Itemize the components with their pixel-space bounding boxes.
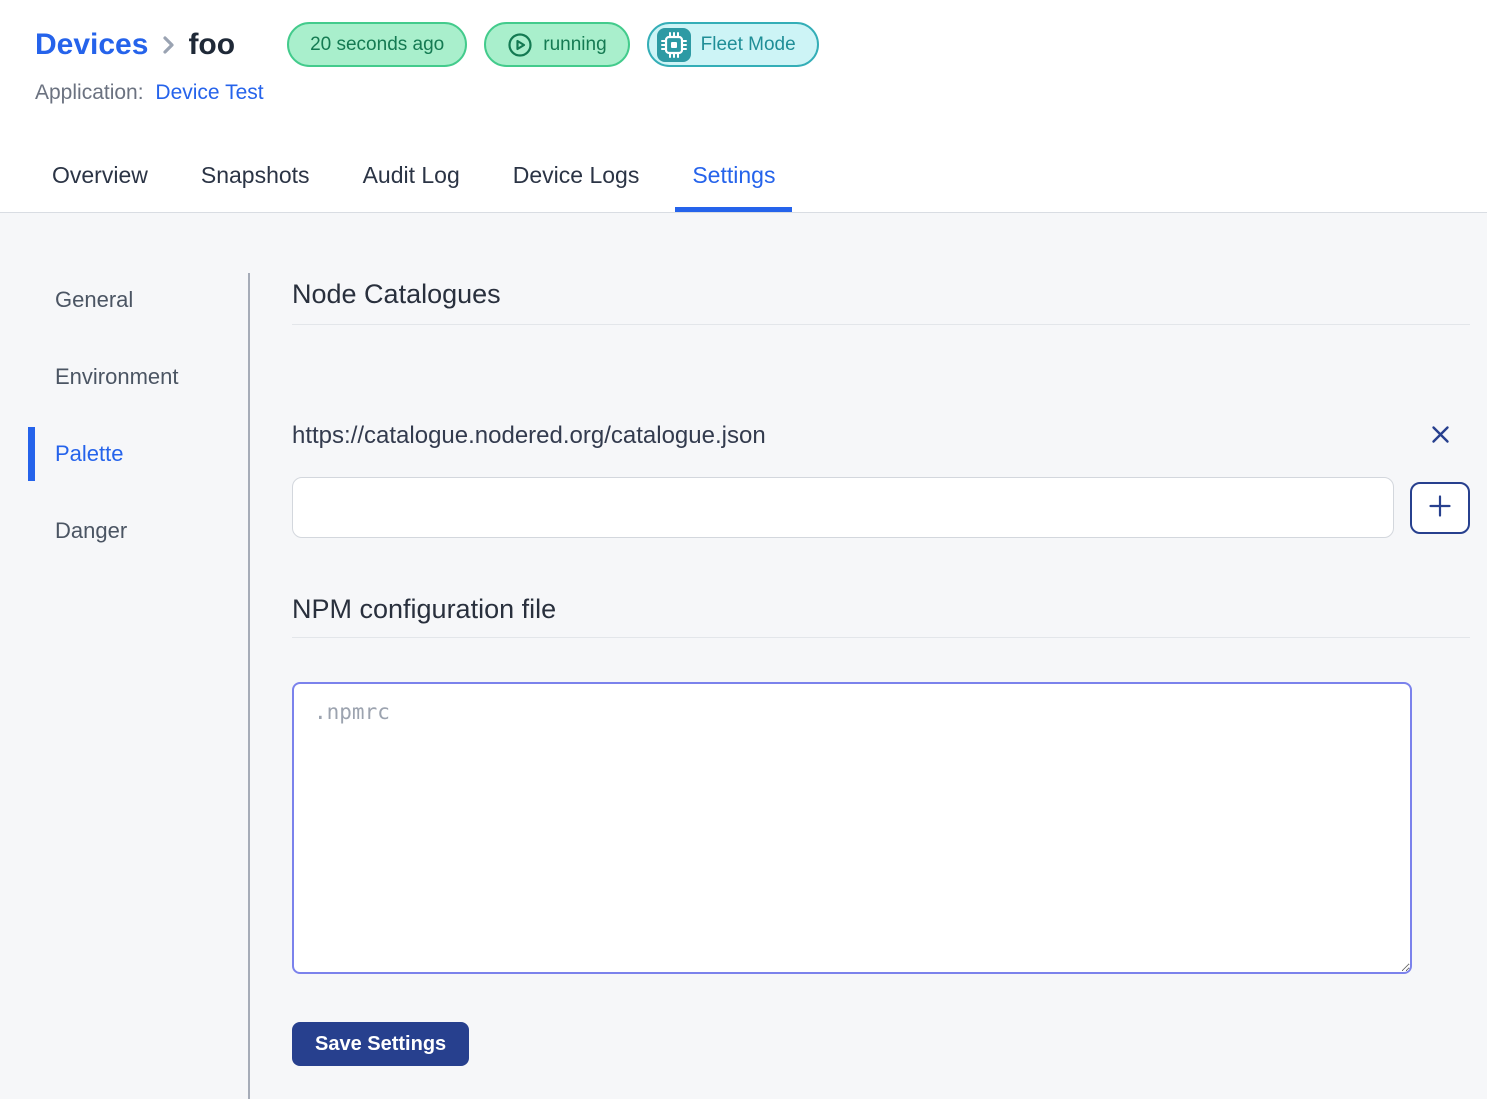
chip-icon [657, 28, 691, 62]
device-badges: 20 seconds ago running [287, 22, 819, 67]
new-catalogue-input[interactable] [292, 477, 1394, 538]
page-header: Devices foo 20 seconds ago running [0, 0, 1487, 213]
sidebar-item-general[interactable]: General [28, 273, 248, 327]
npm-config-title: NPM configuration file [292, 593, 1470, 638]
tab-settings[interactable]: Settings [675, 147, 792, 212]
fleet-mode-badge: Fleet Mode [647, 22, 819, 67]
tab-audit-log[interactable]: Audit Log [346, 147, 477, 212]
breadcrumb-current-device: foo [188, 22, 235, 67]
tab-overview[interactable]: Overview [35, 147, 165, 212]
last-seen-badge: 20 seconds ago [287, 22, 467, 67]
tab-device-logs[interactable]: Device Logs [496, 147, 657, 212]
sidebar-item-environment[interactable]: Environment [28, 350, 248, 404]
breadcrumb: Devices foo [35, 22, 235, 67]
application-line: Application: Device Test [0, 79, 1487, 107]
breadcrumb-devices-link[interactable]: Devices [35, 22, 148, 67]
last-seen-badge-label: 20 seconds ago [310, 34, 444, 56]
fleet-mode-badge-label: Fleet Mode [701, 34, 796, 56]
application-link[interactable]: Device Test [155, 81, 263, 104]
application-label: Application: [35, 81, 144, 104]
status-badge: running [484, 22, 629, 67]
status-badge-label: running [543, 34, 606, 56]
settings-sidebar: General Environment Palette Danger [0, 273, 250, 1099]
play-circle-icon [507, 32, 533, 58]
chevron-right-icon [157, 30, 179, 60]
add-catalogue-button[interactable] [1410, 482, 1470, 534]
node-catalogues-title: Node Catalogues [292, 278, 1470, 325]
tab-bar: Overview Snapshots Audit Log Device Logs… [0, 147, 1487, 212]
remove-catalogue-button[interactable] [1410, 422, 1470, 450]
palette-settings-panel: Node Catalogues https://catalogue.nodere… [250, 273, 1487, 1099]
catalogue-url: https://catalogue.nodered.org/catalogue.… [292, 421, 1394, 451]
add-catalogue-row [292, 477, 1470, 538]
sidebar-item-palette[interactable]: Palette [28, 427, 248, 481]
settings-content: General Environment Palette Danger Node … [0, 213, 1487, 1099]
plus-icon [1427, 493, 1453, 522]
tab-snapshots[interactable]: Snapshots [184, 147, 327, 212]
save-settings-button[interactable]: Save Settings [292, 1022, 469, 1066]
npm-config-textarea[interactable] [292, 682, 1412, 974]
catalogue-entry-row: https://catalogue.nodered.org/catalogue.… [292, 421, 1470, 451]
close-icon [1428, 422, 1453, 450]
sidebar-item-danger[interactable]: Danger [28, 504, 248, 558]
